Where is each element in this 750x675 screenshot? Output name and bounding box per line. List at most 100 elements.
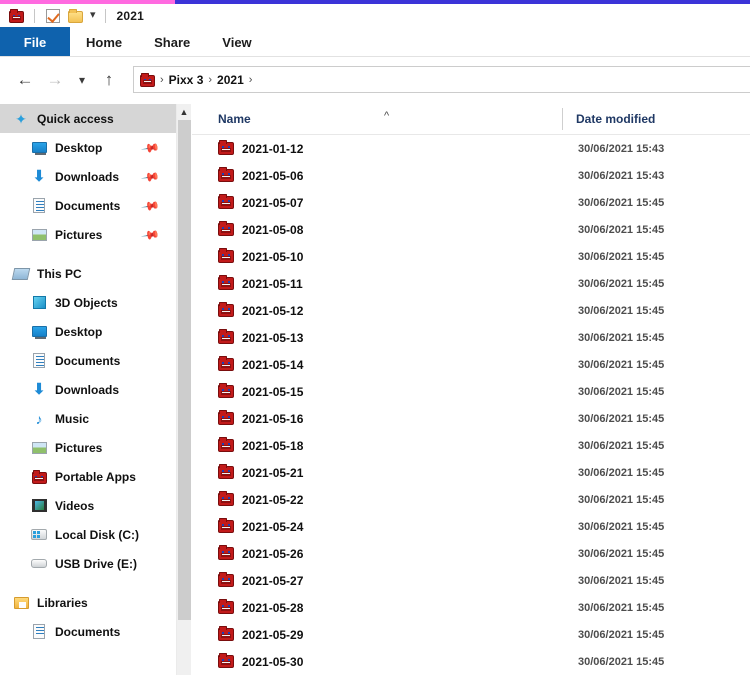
scrollbar-thumb[interactable] — [178, 120, 191, 620]
recent-locations-chevron-icon[interactable]: ▾ — [70, 65, 94, 95]
sort-ascending-chevron-icon: ^ — [384, 110, 390, 122]
file-date-modified: 30/06/2021 15:45 — [578, 655, 665, 668]
table-row[interactable]: 2021-05-07 30/06/2021 15:45 — [192, 189, 750, 216]
red-face-folder-icon — [218, 356, 234, 371]
file-date-modified: 30/06/2021 15:45 — [578, 358, 665, 371]
table-row[interactable]: 2021-05-24 30/06/2021 15:45 — [192, 513, 750, 540]
sidebar-label-this-pc: This PC — [37, 266, 82, 281]
table-row[interactable]: 2021-05-21 30/06/2021 15:45 — [192, 459, 750, 486]
pictures-icon — [30, 439, 48, 456]
navigation-pane-scrollbar[interactable]: ▲ — [176, 104, 191, 675]
music-note-icon: ♪ — [35, 410, 43, 427]
file-name: 2021-05-16 — [242, 411, 304, 426]
tab-home[interactable]: Home — [70, 27, 138, 57]
sidebar-item-quick-access[interactable]: ✦ Quick access — [0, 104, 176, 133]
sidebar-item-videos[interactable]: Videos — [0, 491, 176, 520]
breadcrumb-item-2021[interactable]: 2021 — [217, 73, 244, 87]
breadcrumb-separator-0[interactable]: › — [160, 74, 164, 86]
sidebar-item-downloads-pc[interactable]: ⬇ Downloads — [0, 375, 176, 404]
red-face-folder-icon — [218, 599, 234, 614]
red-face-folder-icon — [218, 518, 234, 533]
table-row[interactable]: 2021-05-11 30/06/2021 15:45 — [192, 270, 750, 297]
file-name: 2021-05-24 — [242, 519, 304, 534]
tab-share[interactable]: Share — [138, 27, 206, 57]
scroll-up-chevron-icon[interactable]: ▲ — [177, 104, 191, 120]
file-name: 2021-05-22 — [242, 492, 304, 507]
sidebar-item-portable-apps[interactable]: Portable Apps — [0, 462, 176, 491]
forward-arrow-icon[interactable]: → — [40, 65, 70, 95]
file-date-modified: 30/06/2021 15:43 — [578, 169, 665, 182]
sidebar-item-usb-drive-e[interactable]: USB Drive (E:) — [0, 549, 176, 578]
sidebar-item-pictures-qa[interactable]: Pictures 📌 — [0, 220, 176, 249]
column-header-date-modified[interactable]: Date modified — [576, 112, 655, 126]
sidebar-label-usb-drive-e: USB Drive (E:) — [55, 556, 138, 571]
desktop-monitor-icon — [30, 139, 48, 156]
file-date-modified: 30/06/2021 15:45 — [578, 412, 665, 425]
toolbar-separator-2 — [104, 8, 106, 23]
table-row[interactable]: 2021-05-08 30/06/2021 15:45 — [192, 216, 750, 243]
sidebar-item-desktop-pc[interactable]: Desktop — [0, 317, 176, 346]
sidebar-item-3d-objects[interactable]: 3D Objects — [0, 288, 176, 317]
column-header-name[interactable]: Name — [218, 112, 251, 126]
pin-icon[interactable]: 📌 — [140, 224, 160, 244]
usb-drive-icon — [30, 555, 48, 572]
address-bar[interactable]: › Pixx 3 › 2021 › — [133, 66, 750, 93]
sidebar-item-pictures-pc[interactable]: Pictures — [0, 433, 176, 462]
sidebar-label-documents-qa: Documents — [55, 198, 121, 213]
pin-icon[interactable]: 📌 — [140, 137, 160, 157]
properties-checkbox-icon[interactable] — [44, 7, 61, 24]
up-arrow-icon[interactable]: ↑ — [94, 65, 124, 95]
pin-icon[interactable]: 📌 — [140, 195, 160, 215]
customize-quick-access-caret-icon[interactable]: ▾ — [90, 10, 96, 21]
sidebar-item-documents-qa[interactable]: Documents 📌 — [0, 191, 176, 220]
breadcrumb-separator-1[interactable]: › — [208, 74, 212, 86]
sidebar-item-this-pc[interactable]: This PC — [0, 259, 176, 288]
table-row[interactable]: 2021-05-29 30/06/2021 15:45 — [192, 621, 750, 648]
file-date-modified: 30/06/2021 15:45 — [578, 574, 665, 587]
sidebar-item-desktop-qa[interactable]: Desktop 📌 — [0, 133, 176, 162]
table-row[interactable]: 2021-05-18 30/06/2021 15:45 — [192, 432, 750, 459]
table-row[interactable]: 2021-05-14 30/06/2021 15:45 — [192, 351, 750, 378]
tab-view[interactable]: View — [206, 27, 267, 57]
file-name: 2021-05-07 — [242, 195, 304, 210]
red-face-folder-icon — [218, 329, 234, 344]
sidebar-item-libraries[interactable]: Libraries — [0, 588, 176, 617]
pin-icon[interactable]: 📌 — [140, 166, 160, 186]
file-date-modified: 30/06/2021 15:45 — [578, 601, 665, 614]
breadcrumb-item-pixx-3[interactable]: Pixx 3 — [169, 73, 204, 87]
red-face-folder-icon — [30, 468, 48, 485]
pictures-icon — [30, 226, 48, 243]
sidebar-label-downloads-pc: Downloads — [55, 382, 120, 397]
table-row[interactable]: 2021-05-30 30/06/2021 15:45 — [192, 648, 750, 675]
table-row[interactable]: 2021-05-26 30/06/2021 15:45 — [192, 540, 750, 567]
sidebar-label-videos: Videos — [55, 498, 95, 513]
sidebar-item-local-disk-c[interactable]: Local Disk (C:) — [0, 520, 176, 549]
back-arrow-icon[interactable]: ← — [10, 65, 40, 95]
column-divider[interactable] — [562, 108, 563, 130]
sidebar-label-music: Music — [55, 411, 90, 426]
downloads-arrow-icon: ⬇ — [32, 168, 46, 185]
tab-file[interactable]: File — [0, 27, 70, 57]
quick-access-star-icon: ✦ — [15, 110, 27, 127]
sidebar-item-documents-pc[interactable]: Documents — [0, 346, 176, 375]
new-folder-icon[interactable] — [67, 7, 84, 24]
table-row[interactable]: 2021-05-13 30/06/2021 15:45 — [192, 324, 750, 351]
table-row[interactable]: 2021-05-06 30/06/2021 15:43 — [192, 162, 750, 189]
breadcrumb-separator-2[interactable]: › — [249, 74, 253, 86]
table-row[interactable]: 2021-05-15 30/06/2021 15:45 — [192, 378, 750, 405]
sidebar-item-documents-library[interactable]: Documents — [0, 617, 176, 646]
table-row[interactable]: 2021-05-10 30/06/2021 15:45 — [192, 243, 750, 270]
file-name: 2021-05-06 — [242, 168, 304, 183]
table-row[interactable]: 2021-05-27 30/06/2021 15:45 — [192, 567, 750, 594]
sidebar-item-downloads-qa[interactable]: ⬇ Downloads 📌 — [0, 162, 176, 191]
sidebar-item-music[interactable]: ♪ Music — [0, 404, 176, 433]
file-name: 2021-05-08 — [242, 222, 304, 237]
table-row[interactable]: 2021-05-22 30/06/2021 15:45 — [192, 486, 750, 513]
window-app-icon[interactable] — [8, 7, 25, 24]
file-name: 2021-05-18 — [242, 438, 304, 453]
table-row[interactable]: 2021-01-12 30/06/2021 15:43 — [192, 135, 750, 162]
table-row[interactable]: 2021-05-16 30/06/2021 15:45 — [192, 405, 750, 432]
table-row[interactable]: 2021-05-12 30/06/2021 15:45 — [192, 297, 750, 324]
sidebar-label-libraries: Libraries — [37, 595, 88, 610]
table-row[interactable]: 2021-05-28 30/06/2021 15:45 — [192, 594, 750, 621]
